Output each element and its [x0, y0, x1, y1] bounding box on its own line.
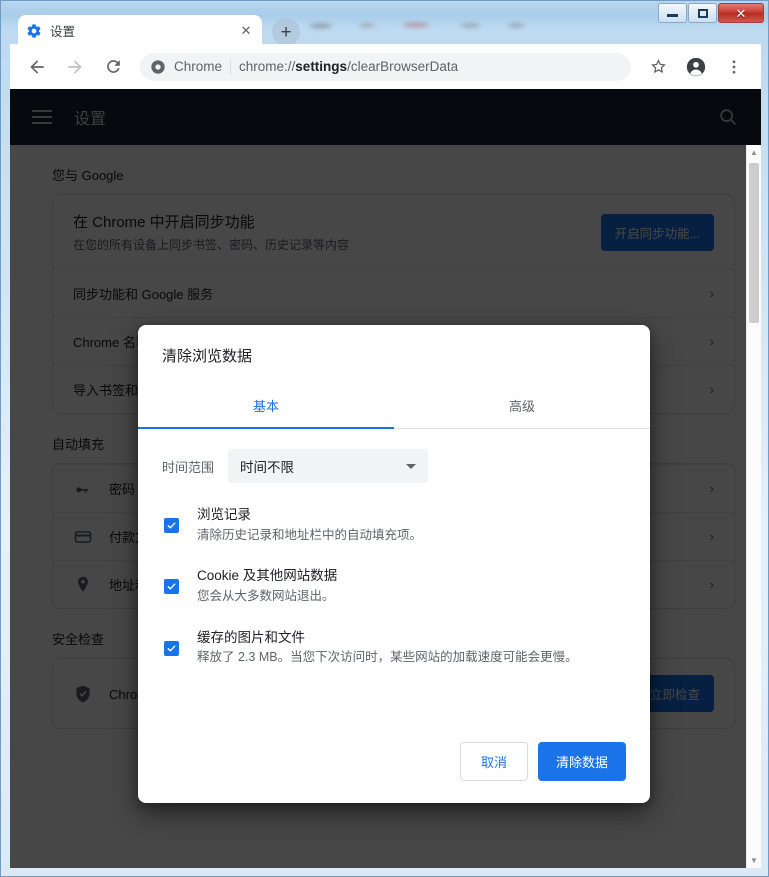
sync-promo-subtitle: 在您的所有设备上同步书签、密码、历史记录等内容: [73, 236, 587, 253]
bookmark-star-button[interactable]: [644, 53, 672, 81]
option-text: 浏览记录 清除历史记录和地址栏中的自动填充项。: [197, 505, 422, 544]
star-icon: [649, 57, 668, 76]
page-scrollbar[interactable]: ▲ ▼: [746, 145, 761, 868]
chevron-right-icon: ›: [710, 334, 714, 349]
checkmark-icon: [166, 643, 177, 654]
option-cookies-and-site-data[interactable]: Cookie 及其他网站数据 您会从大多数网站退出。: [162, 566, 626, 605]
chevron-right-icon: ›: [710, 529, 714, 544]
address-bar[interactable]: Chrome chrome://settings/clearBrowserDat…: [140, 53, 631, 81]
option-description: 您会从大多数网站退出。: [197, 587, 337, 606]
option-title: 缓存的图片和文件: [197, 630, 305, 645]
url-suffix: /clearBrowserData: [347, 59, 458, 74]
sync-promo-title: 在 Chrome 中开启同步功能: [73, 211, 587, 232]
scroll-down-arrow-icon[interactable]: ▼: [747, 853, 761, 868]
clear-browsing-data-dialog: 清除浏览数据 基本 高级 时间范围 时间不限: [138, 325, 650, 803]
tab-settings[interactable]: 设置 ✕: [18, 15, 262, 46]
active-tab-indicator: [138, 427, 394, 429]
search-icon[interactable]: [717, 106, 739, 128]
sync-promo-text: 在 Chrome 中开启同步功能 在您的所有设备上同步书签、密码、历史记录等内容: [73, 211, 587, 253]
option-cached-images-and-files[interactable]: 缓存的图片和文件 释放了 2.3 MB。当您下次访问时，某些网站的加载速度可能会…: [162, 628, 626, 667]
omnibox-divider: [230, 59, 231, 75]
os-window: ✕ 设置 ✕ +: [0, 0, 769, 877]
settings-page-title: 设置: [74, 105, 106, 129]
chevron-right-icon: ›: [710, 382, 714, 397]
new-tab-button[interactable]: +: [272, 18, 300, 46]
time-range-value: 时间不限: [240, 456, 294, 476]
forward-button[interactable]: [61, 53, 89, 81]
cancel-button[interactable]: 取消: [460, 742, 528, 781]
tab-advanced[interactable]: 高级: [394, 382, 650, 428]
tab-title: 设置: [50, 21, 238, 40]
chevron-right-icon: ›: [710, 481, 714, 496]
time-range-select[interactable]: 时间不限: [228, 449, 428, 483]
url-prefix: chrome://: [239, 59, 295, 74]
time-range-label: 时间范围: [162, 457, 214, 476]
profile-avatar-button[interactable]: [682, 53, 710, 81]
row-label: 同步功能和 Google 服务: [73, 284, 694, 303]
credit-card-icon: [73, 527, 93, 547]
key-icon: [73, 479, 93, 499]
checkbox-cached-images-and-files[interactable]: [164, 641, 179, 656]
reload-button[interactable]: [99, 53, 127, 81]
time-range-row: 时间范围 时间不限: [162, 449, 626, 483]
turn-on-sync-button[interactable]: 开启同步功能...: [601, 214, 714, 251]
back-arrow-icon: [27, 57, 47, 77]
browser-toolbar: Chrome chrome://settings/clearBrowserDat…: [10, 44, 761, 89]
option-description: 释放了 2.3 MB。当您下次访问时，某些网站的加载速度可能会更慢。: [197, 648, 578, 667]
chrome-browser-frame: 设置 ✕ +: [10, 10, 761, 868]
tab-basic[interactable]: 基本: [138, 382, 394, 428]
caret-down-icon: [406, 464, 416, 469]
shield-check-icon: [73, 684, 93, 704]
chrome-menu-button[interactable]: [720, 53, 748, 81]
checkmark-icon: [166, 520, 177, 531]
chevron-right-icon: ›: [710, 286, 714, 301]
url-bold-segment: settings: [295, 59, 347, 74]
settings-gear-icon: [26, 23, 42, 39]
dialog-tabs: 基本 高级: [138, 382, 650, 429]
dialog-title: 清除浏览数据: [138, 325, 650, 382]
option-title: Cookie 及其他网站数据: [197, 568, 337, 583]
account-icon: [685, 56, 707, 78]
clear-data-button[interactable]: 清除数据: [538, 742, 626, 781]
option-text: Cookie 及其他网站数据 您会从大多数网站退出。: [197, 566, 337, 605]
option-title: 浏览记录: [197, 507, 251, 522]
option-browsing-history[interactable]: 浏览记录 清除历史记录和地址栏中的自动填充项。: [162, 505, 626, 544]
settings-page: 设置 您与 Google 在 Chrome 中开启同步功能 在您的所有设备上同步…: [10, 89, 761, 868]
omnibox-scheme-label: Chrome: [174, 59, 222, 74]
three-dots-icon: [725, 58, 743, 76]
scrollbar-thumb[interactable]: [749, 163, 759, 323]
omnibox-url: chrome://settings/clearBrowserData: [239, 59, 458, 74]
checkmark-icon: [166, 581, 177, 592]
checkbox-cookies-and-site-data[interactable]: [164, 579, 179, 594]
checkbox-browsing-history[interactable]: [164, 518, 179, 533]
sync-promo-row: 在 Chrome 中开启同步功能 在您的所有设备上同步书签、密码、历史记录等内容…: [53, 195, 734, 269]
chrome-logo-icon: [150, 59, 166, 75]
forward-arrow-icon: [65, 57, 85, 77]
back-button[interactable]: [23, 53, 51, 81]
location-pin-icon: [73, 575, 93, 595]
option-description: 清除历史记录和地址栏中的自动填充项。: [197, 526, 422, 545]
scroll-up-arrow-icon[interactable]: ▲: [747, 145, 761, 160]
option-text: 缓存的图片和文件 释放了 2.3 MB。当您下次访问时，某些网站的加载速度可能会…: [197, 628, 578, 667]
tab-close-icon[interactable]: ✕: [238, 23, 254, 39]
settings-header: 设置: [10, 89, 761, 145]
dialog-footer: 取消 清除数据: [138, 742, 650, 803]
row-sync-and-google-services[interactable]: 同步功能和 Google 服务 ›: [53, 269, 734, 317]
reload-icon: [104, 57, 123, 76]
hamburger-menu-icon[interactable]: [32, 110, 52, 124]
section-heading-you-and-google: 您与 Google: [10, 145, 761, 194]
chevron-right-icon: ›: [710, 577, 714, 592]
tab-strip: 设置 ✕ +: [10, 10, 761, 44]
dialog-body: 时间范围 时间不限 浏览记录: [138, 429, 650, 742]
